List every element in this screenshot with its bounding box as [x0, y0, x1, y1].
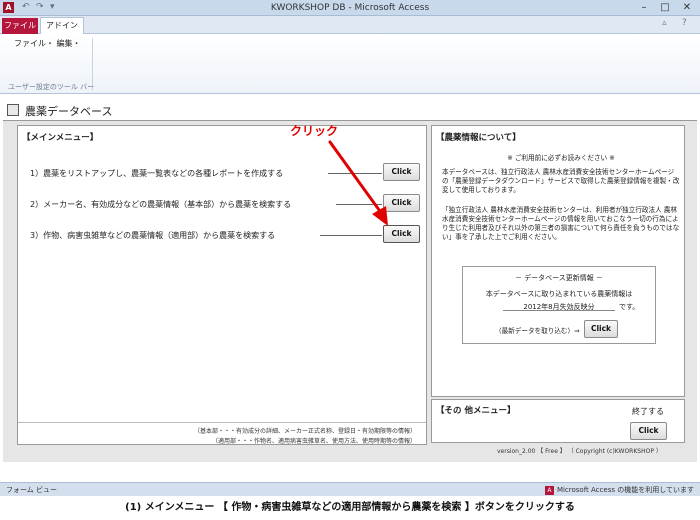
- notice-text: ※ ご利用前に必ずお読みください ※: [507, 154, 615, 162]
- close-button[interactable]: ✕: [677, 1, 697, 14]
- search-application-info-button[interactable]: Click: [383, 225, 420, 243]
- menu-leader-line: [328, 173, 382, 174]
- maximize-button[interactable]: □: [655, 1, 675, 14]
- import-latest-label: （最新データを取り込む）⇒: [495, 327, 580, 335]
- footnote-application: （適用部・・・作物名、適用病害虫雑草名、使用方法、使用時期等の情報）: [211, 438, 416, 445]
- status-info-text: Microsoft Access の機能を利用しています: [556, 486, 694, 494]
- menu-item-label: 3）作物、病害虫雑草などの農薬情報（適用部）から農薬を検索する: [30, 231, 276, 240]
- form-area: 【メインメニュー】 1）農薬をリストアップし、農薬一覧表などの各種レポートを作成…: [3, 120, 697, 462]
- status-bar: フォーム ビュー A Microsoft Access の機能を利用しています: [0, 482, 700, 496]
- minimize-button[interactable]: –: [634, 1, 654, 14]
- exit-button[interactable]: Click: [630, 422, 667, 440]
- footnote-basic: （基本部・・・有効成分の詳細、メーカー正式名称、登録日・有効期限等の情報）: [193, 428, 416, 435]
- window-title: KWORKSHOP DB - Microsoft Access: [270, 3, 430, 13]
- ribbon-collapse-icon[interactable]: ▵: [662, 18, 667, 28]
- update-title: － データベース更新情報 －: [514, 274, 604, 282]
- step-caption: (1) メインメニュー 【 作物・病害虫雑草などの適用部情報から農薬を検索 】ボ…: [125, 502, 575, 513]
- version-text: version_2.00 【 Free 】 （ Copyright (c)KWO…: [497, 448, 662, 455]
- form-icon: [7, 104, 19, 116]
- main-menu-panel: 【メインメニュー】 1）農薬をリストアップし、農薬一覧表などの各種レポートを作成…: [17, 125, 427, 445]
- menu-leader-line: [336, 204, 382, 205]
- database-update-box: － データベース更新情報 － 本データベースに取り込まれている農薬情報は 201…: [462, 266, 656, 344]
- tab-file[interactable]: ファイル: [2, 18, 38, 34]
- tab-addin[interactable]: アドイン: [40, 17, 84, 35]
- menu-leader-line: [320, 235, 382, 236]
- info-paragraph-1: 本データベースは、独立行政法人 農林水産消費安全技術センターホームページの「農薬…: [442, 168, 680, 194]
- import-latest-button[interactable]: Click: [584, 320, 618, 338]
- other-menu-heading: 【その 他メニュー】: [436, 406, 516, 416]
- ribbon-custom-menu[interactable]: ファイル・ 編集・: [14, 38, 81, 49]
- main-menu-heading: 【メインメニュー】: [22, 133, 99, 143]
- update-line-1: 本データベースに取り込まれている農薬情報は: [485, 290, 633, 298]
- form-tab: 農薬データベース: [3, 100, 697, 120]
- info-heading: 【農薬情報について】: [436, 133, 521, 143]
- access-status-icon: A: [544, 485, 554, 495]
- menu-item-label: 1）農薬をリストアップし、農薬一覧表などの各種レポートを作成する: [30, 169, 284, 178]
- update-date-underline: [503, 310, 615, 311]
- exit-label: 終了する: [632, 407, 664, 416]
- form-title: 農薬データベース: [25, 105, 113, 118]
- status-view-mode: フォーム ビュー: [6, 486, 58, 494]
- help-icon[interactable]: ?: [682, 18, 687, 28]
- update-suffix: です。: [619, 303, 640, 311]
- search-basic-info-button[interactable]: Click: [383, 194, 420, 212]
- ribbon-body: ファイル・ 編集・ ユーザー設定のツール バー: [0, 34, 700, 94]
- info-paragraph-2: 「独立行政法人 農林水産消費安全技術センターは、利用者が独立行政法人 農林水産消…: [442, 206, 680, 241]
- click-annotation-label: クリック: [290, 124, 339, 138]
- main-menu-divider: [18, 422, 426, 423]
- menu-item-label: 2）メーカー名、有効成分などの農薬情報（基本部）から農薬を検索する: [30, 200, 292, 209]
- status-right-group: A Microsoft Access の機能を利用しています: [544, 485, 694, 495]
- create-report-button[interactable]: Click: [383, 163, 420, 181]
- ribbon-group-label: ユーザー設定のツール バー: [8, 83, 95, 91]
- window-titlebar: A ↶ ↷ ▾ KWORKSHOP DB - Microsoft Access …: [0, 0, 700, 16]
- ribbon-tab-bar: ファイル アドイン ▵ ?: [0, 16, 700, 35]
- info-panel: 【農薬情報について】 ※ ご利用前に必ずお読みください ※ 本データベースは、独…: [431, 125, 685, 397]
- other-menu-panel: 【その 他メニュー】 終了する Click: [431, 399, 685, 443]
